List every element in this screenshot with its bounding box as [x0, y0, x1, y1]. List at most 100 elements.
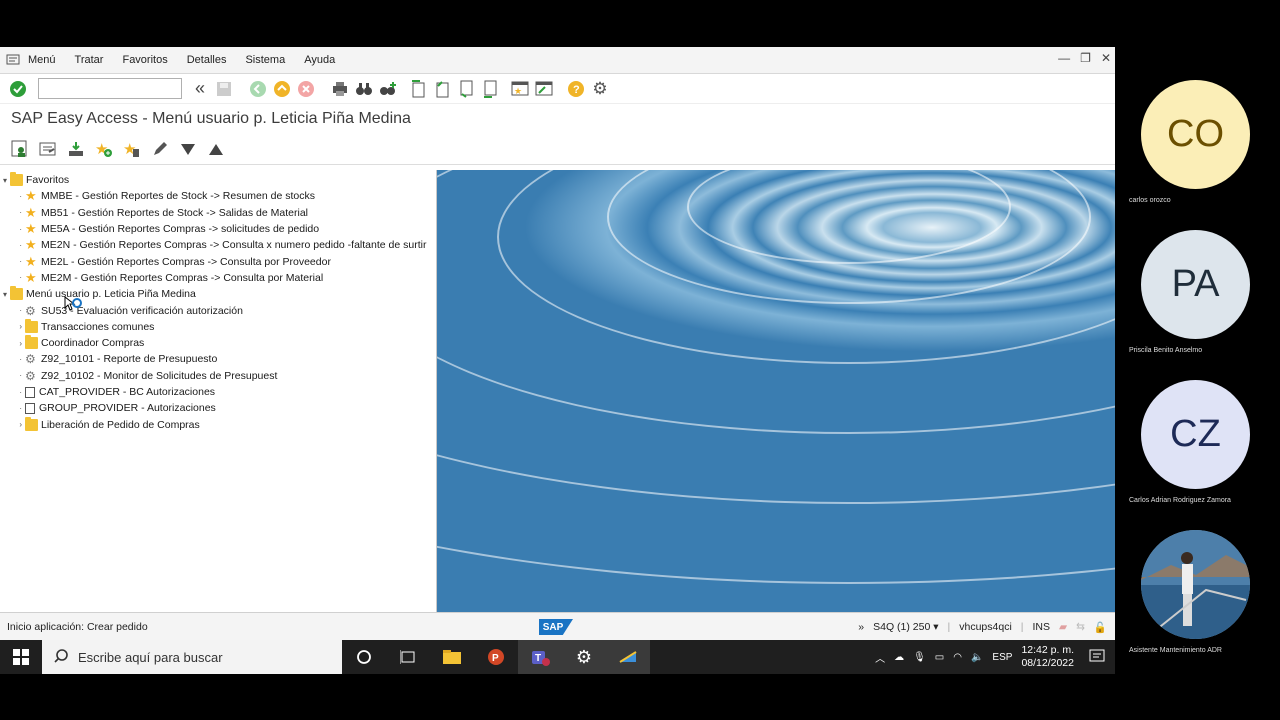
network-icon[interactable]: ☁: [894, 652, 904, 663]
move-up-icon[interactable]: [206, 139, 226, 159]
find-next-icon[interactable]: [378, 79, 398, 99]
save-icon[interactable]: [214, 79, 234, 99]
user-menu-item[interactable]: › Coordinador Compras: [0, 335, 436, 351]
enter-check-icon[interactable]: [8, 79, 28, 99]
svg-text:?: ?: [573, 84, 580, 96]
participant-tile[interactable]: CO carlos orozco: [1115, 77, 1280, 227]
collapse-toolbar-icon[interactable]: «: [190, 78, 210, 99]
file-explorer-icon[interactable]: [430, 640, 474, 674]
favorite-star-icon: ★: [25, 253, 37, 269]
favorite-item[interactable]: · ★ ME2M - Gestión Reportes Compras -> Con…: [0, 270, 436, 286]
system-info[interactable]: S4Q (1) 250 ▾: [873, 621, 938, 633]
user-menu-item[interactable]: › Liberación de Pedido de Compras: [0, 416, 436, 432]
clock[interactable]: 12:42 p. m. 08/12/2022: [1021, 644, 1074, 670]
microphone-icon[interactable]: 🎙: [913, 652, 926, 663]
status-bar: Inicio aplicación: Crear pedido SAP » S4…: [0, 612, 1115, 640]
search-icon: [54, 648, 68, 666]
tree-node-favorites[interactable]: ▾ Favoritos: [0, 172, 436, 188]
favorite-star-icon: ★: [25, 269, 37, 285]
previous-page-icon[interactable]: [432, 79, 452, 99]
menu-item-ayuda[interactable]: Ayuda: [304, 54, 335, 66]
favorite-item[interactable]: · ★ ME2N - Gestión Reportes Compras -> Con…: [0, 237, 436, 253]
favorite-item[interactable]: · ★ MB51 - Gestión Reportes de Stock -> Sa…: [0, 205, 436, 221]
edit-pencil-icon[interactable]: [150, 139, 170, 159]
close-icon[interactable]: ✕: [1101, 51, 1111, 65]
customize-gear-icon[interactable]: ⚙: [590, 79, 610, 99]
participant-photo: [1141, 530, 1250, 639]
standard-toolbar: « ★ ? ⚙: [0, 74, 1115, 104]
teams-icon[interactable]: T: [518, 640, 562, 674]
menu-item-sistema[interactable]: Sistema: [245, 54, 285, 66]
exit-icon[interactable]: [272, 79, 292, 99]
transaction-gear-icon: ⚙: [25, 368, 36, 383]
first-page-icon[interactable]: [408, 79, 428, 99]
command-field[interactable]: [38, 78, 182, 99]
windows-start-icon[interactable]: [0, 649, 42, 665]
menu-item-detalles[interactable]: Detalles: [187, 54, 227, 66]
participant-tile[interactable]: Asistente Mantenimiento ADR: [1115, 527, 1280, 677]
other-menu-icon[interactable]: [66, 139, 86, 159]
collapse-arrow-icon[interactable]: ▾: [0, 176, 10, 185]
user-menu-item[interactable]: · ⚙ Z92_10101 - Reporte de Presupuesto: [0, 351, 436, 367]
favorite-item[interactable]: · ★ ME2L - Gestión Reportes Compras -> Con…: [0, 253, 436, 269]
sap-menu-icon[interactable]: [6, 54, 22, 66]
generate-shortcut-icon[interactable]: [534, 79, 554, 99]
expand-arrow-icon[interactable]: ›: [0, 420, 25, 429]
create-session-icon[interactable]: ★: [510, 79, 530, 99]
language-indicator[interactable]: ESP: [992, 652, 1012, 663]
restore-icon[interactable]: ❐: [1080, 51, 1091, 65]
cortana-icon[interactable]: [342, 640, 386, 674]
svg-text:T: T: [535, 653, 541, 664]
sap-menu-icon-btn[interactable]: [38, 139, 58, 159]
user-menu-item[interactable]: · ⚙ Z92_10102 - Monitor de Solicitudes de …: [0, 368, 436, 384]
participant-tile[interactable]: PA Priscila Benito Anselmo: [1115, 227, 1280, 377]
back-icon[interactable]: [248, 79, 268, 99]
notifications-icon[interactable]: [1089, 649, 1105, 666]
clock-time: 12:42 p. m.: [1021, 644, 1074, 656]
favorite-star-icon: ★: [25, 237, 37, 253]
task-view-icon[interactable]: [386, 640, 430, 674]
cancel-icon[interactable]: [296, 79, 316, 99]
collapse-arrow-icon[interactable]: ▾: [0, 290, 10, 299]
favorite-item[interactable]: · ★ MMBE - Gestión Reportes de Stock -> Re…: [0, 188, 436, 204]
user-menu-item[interactable]: · CAT_PROVIDER - BC Autorizaciones: [0, 384, 436, 400]
menu-bar: Menú Tratar Favoritos Detalles Sistema A…: [0, 47, 1115, 74]
windows-taskbar: Escribe aquí para buscar P T ⚙ ︿ ☁ 🎙 ▭ ◠…: [0, 640, 1115, 674]
battery-icon[interactable]: ▭: [935, 652, 944, 663]
insert-mode-label[interactable]: INS: [1033, 621, 1051, 633]
delete-favorite-icon[interactable]: ★: [122, 139, 142, 159]
document-icon: [25, 386, 35, 398]
next-page-icon[interactable]: [456, 79, 476, 99]
last-page-icon[interactable]: [480, 79, 500, 99]
participant-tile[interactable]: CZ Carlos Adrian Rodriguez Zamora: [1115, 377, 1280, 527]
expand-arrow-icon[interactable]: ›: [0, 322, 25, 331]
content-area: ▾ Favoritos · ★ MMBE - Gestión Reportes de…: [0, 170, 1115, 612]
print-icon[interactable]: [330, 79, 350, 99]
taskbar-search[interactable]: Escribe aquí para buscar: [42, 640, 342, 674]
menu-item-favoritos[interactable]: Favoritos: [122, 54, 167, 66]
lock-icon[interactable]: 🔓: [1094, 621, 1107, 634]
chevron-up-icon[interactable]: ︿: [875, 650, 885, 665]
add-favorite-icon[interactable]: ★: [94, 139, 114, 159]
volume-icon[interactable]: 🔈: [971, 652, 983, 663]
settings-gear-icon[interactable]: ⚙: [562, 640, 606, 674]
expand-arrow-icon: ·: [19, 354, 22, 364]
minimize-icon[interactable]: —: [1058, 51, 1070, 65]
move-down-icon[interactable]: [178, 139, 198, 159]
menu-item-menu[interactable]: Menú: [28, 54, 56, 66]
wifi-icon[interactable]: ◠: [953, 652, 962, 663]
favorite-item[interactable]: · ★ ME5A - Gestión Reportes Compras -> sol…: [0, 221, 436, 237]
expand-status-icon[interactable]: »: [858, 621, 864, 633]
menu-item-tratar[interactable]: Tratar: [75, 54, 104, 66]
powerpoint-icon[interactable]: P: [474, 640, 518, 674]
user-menu-item[interactable]: › Transacciones comunes: [0, 318, 436, 335]
user-menu-item[interactable]: · GROUP_PROVIDER - Autorizaciones: [0, 400, 436, 416]
favorite-label: MMBE - Gestión Reportes de Stock -> Resu…: [41, 190, 315, 203]
user-menu-icon[interactable]: [10, 139, 30, 159]
folder-icon: [25, 318, 38, 333]
sap-logon-icon[interactable]: [606, 640, 650, 674]
svg-text:★: ★: [514, 86, 522, 96]
expand-arrow-icon[interactable]: ›: [0, 339, 25, 348]
find-icon[interactable]: [354, 79, 374, 99]
help-icon[interactable]: ?: [566, 79, 586, 99]
